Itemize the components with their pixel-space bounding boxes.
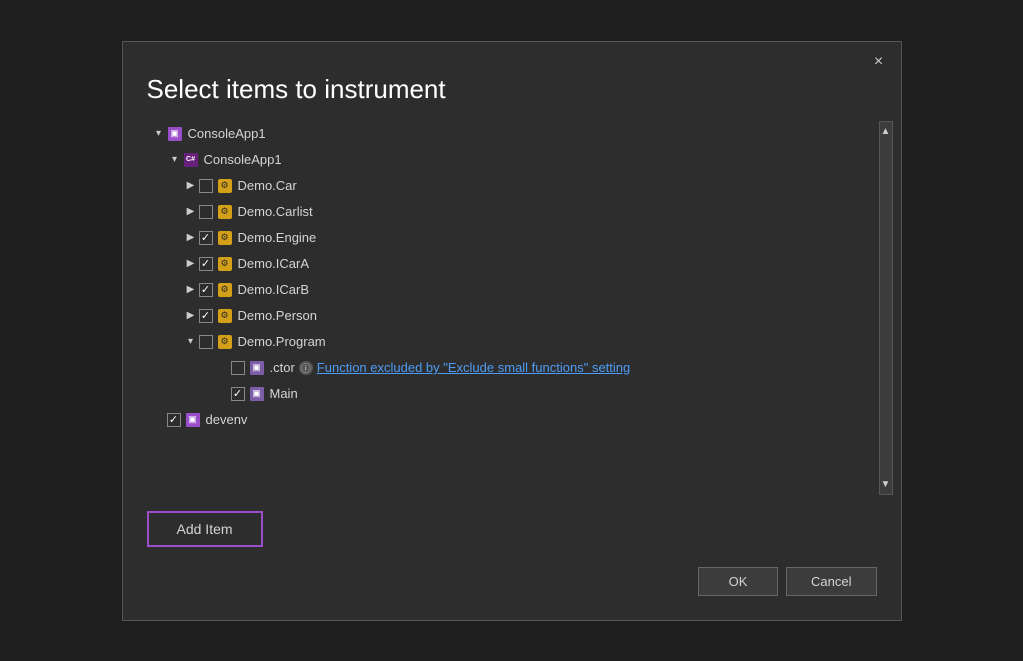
- dialog-content: ▾ ▣ ConsoleApp1 ▾ C# ConsoleApp1 ▶: [123, 121, 901, 495]
- tree-view[interactable]: ▾ ▣ ConsoleApp1 ▾ C# ConsoleApp1 ▶: [147, 121, 879, 481]
- select-items-dialog: × Select items to instrument ▾ ▣ Console…: [122, 41, 902, 621]
- ok-button[interactable]: OK: [698, 567, 778, 596]
- tree-row[interactable]: ✓ ▣ devenv: [147, 407, 875, 433]
- scrollbar[interactable]: ▲ ▼: [879, 121, 893, 495]
- tree-item-label: Demo.Engine: [238, 230, 317, 245]
- tree-item-label: Demo.Carlist: [238, 204, 313, 219]
- expand-arrow: [215, 386, 231, 402]
- tree-scroll-container: ▾ ▣ ConsoleApp1 ▾ C# ConsoleApp1 ▶: [147, 121, 893, 495]
- tree-item-label: Demo.Person: [238, 308, 317, 323]
- expand-arrow[interactable]: ▶: [183, 256, 199, 272]
- tree-checkbox[interactable]: [199, 335, 213, 349]
- expand-arrow[interactable]: ▾: [151, 126, 167, 142]
- dialog-bottom: Add Item: [123, 495, 901, 547]
- tree-row[interactable]: ▾ C# ConsoleApp1: [147, 147, 875, 173]
- class-icon: ⚙: [217, 256, 233, 272]
- expand-arrow[interactable]: ▶: [183, 178, 199, 194]
- expand-arrow: [151, 412, 167, 428]
- tree-checkbox[interactable]: ✓: [231, 387, 245, 401]
- method-icon: ▣: [249, 360, 265, 376]
- tree-item-label: ConsoleApp1: [204, 152, 282, 167]
- tree-checkbox[interactable]: ✓: [199, 309, 213, 323]
- class-icon: ⚙: [217, 282, 233, 298]
- tree-row[interactable]: ▾ ▣ ConsoleApp1: [147, 121, 875, 147]
- expand-arrow[interactable]: ▶: [183, 282, 199, 298]
- tree-checkbox[interactable]: [231, 361, 245, 375]
- method-icon: ▣: [249, 386, 265, 402]
- exclude-link[interactable]: Function excluded by "Exclude small func…: [317, 360, 630, 375]
- expand-arrow[interactable]: ▶: [183, 204, 199, 220]
- tree-checkbox[interactable]: ✓: [199, 231, 213, 245]
- tree-item-label: Demo.Program: [238, 334, 326, 349]
- tree-checkbox[interactable]: ✓: [199, 283, 213, 297]
- cancel-button[interactable]: Cancel: [786, 567, 876, 596]
- tree-checkbox[interactable]: ✓: [199, 257, 213, 271]
- class-icon: ⚙: [217, 230, 233, 246]
- tree-row[interactable]: ▣ .ctor ⓘ Function excluded by "Exclude …: [147, 355, 875, 381]
- expand-arrow[interactable]: ▶: [183, 230, 199, 246]
- info-icon: ⓘ: [299, 361, 313, 375]
- expand-arrow[interactable]: ▾: [183, 334, 199, 350]
- solution-icon: ▣: [167, 126, 183, 142]
- add-item-button[interactable]: Add Item: [147, 511, 263, 547]
- scroll-up-arrow[interactable]: ▲: [877, 122, 895, 141]
- dialog-footer: OK Cancel: [123, 547, 901, 620]
- expand-arrow[interactable]: ▾: [167, 152, 183, 168]
- tree-item-label: ConsoleApp1: [188, 126, 266, 141]
- tree-item-label: Demo.ICarB: [238, 282, 310, 297]
- expand-arrow: [215, 360, 231, 376]
- close-button[interactable]: ×: [867, 50, 891, 74]
- tree-row[interactable]: ▾ ⚙ Demo.Program: [147, 329, 875, 355]
- class-icon: ⚙: [217, 308, 233, 324]
- tree-row[interactable]: ✓ ▣ Main: [147, 381, 875, 407]
- scroll-down-arrow[interactable]: ▼: [877, 475, 895, 494]
- tree-item-label: Main: [270, 386, 298, 401]
- tree-checkbox[interactable]: ✓: [167, 413, 181, 427]
- dialog-title: Select items to instrument: [123, 74, 901, 121]
- dialog-titlebar: ×: [123, 42, 901, 74]
- class-icon: ⚙: [217, 334, 233, 350]
- tree-row[interactable]: ▶ ⚙ Demo.Car: [147, 173, 875, 199]
- tree-item-label: .ctor: [270, 360, 295, 375]
- expand-arrow[interactable]: ▶: [183, 308, 199, 324]
- class-icon: ⚙: [217, 204, 233, 220]
- tree-checkbox[interactable]: [199, 179, 213, 193]
- tree-item-label: Demo.ICarA: [238, 256, 310, 271]
- tree-row[interactable]: ▶ ✓ ⚙ Demo.Engine: [147, 225, 875, 251]
- tree-row[interactable]: ▶ ⚙ Demo.Carlist: [147, 199, 875, 225]
- tree-row[interactable]: ▶ ✓ ⚙ Demo.ICarA: [147, 251, 875, 277]
- csharp-project-icon: C#: [183, 152, 199, 168]
- tree-row[interactable]: ▶ ✓ ⚙ Demo.Person: [147, 303, 875, 329]
- devenv-icon: ▣: [185, 412, 201, 428]
- class-icon: ⚙: [217, 178, 233, 194]
- tree-item-label: Demo.Car: [238, 178, 297, 193]
- tree-row[interactable]: ▶ ✓ ⚙ Demo.ICarB: [147, 277, 875, 303]
- tree-item-label: devenv: [206, 412, 248, 427]
- tree-checkbox[interactable]: [199, 205, 213, 219]
